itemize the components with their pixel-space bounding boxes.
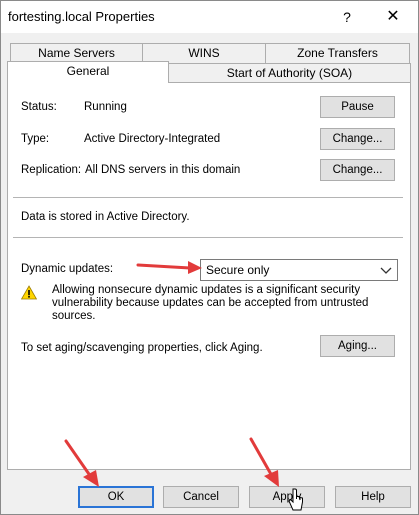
cancel-button[interactable]: Cancel bbox=[163, 486, 239, 508]
type-label: Type: bbox=[21, 133, 50, 145]
window-title: fortesting.local Properties bbox=[8, 9, 155, 24]
help-button[interactable]: Help bbox=[335, 486, 411, 508]
storage-note: Data is stored in Active Directory. bbox=[21, 211, 190, 223]
type-change-button[interactable]: Change... bbox=[320, 128, 395, 150]
annotation-arrow-icon bbox=[136, 261, 202, 274]
divider bbox=[13, 237, 403, 238]
chevron-down-icon bbox=[380, 267, 392, 274]
tab-general[interactable]: General bbox=[7, 61, 169, 83]
title-bar: fortesting.local Properties ? ✕ bbox=[1, 1, 418, 33]
aging-text: To set aging/scavenging properties, clic… bbox=[21, 342, 263, 354]
warning-icon bbox=[21, 285, 37, 300]
status-value: Running bbox=[84, 101, 127, 113]
tab-start-of-authority[interactable]: Start of Authority (SOA) bbox=[168, 63, 411, 83]
status-label: Status: bbox=[21, 101, 57, 113]
tab-name-servers[interactable]: Name Servers bbox=[10, 43, 143, 63]
properties-dialog: fortesting.local Properties ? ✕ Name Ser… bbox=[0, 0, 419, 515]
apply-button[interactable]: Apply bbox=[249, 486, 325, 508]
ok-button[interactable]: OK bbox=[78, 486, 154, 508]
replication-change-button[interactable]: Change... bbox=[320, 159, 395, 181]
replication-label: Replication: bbox=[21, 164, 82, 176]
annotation-arrow-icon bbox=[64, 439, 99, 487]
tab-zone-transfers[interactable]: Zone Transfers bbox=[265, 43, 410, 63]
dynamic-updates-value: Secure only bbox=[206, 263, 270, 277]
type-value: Active Directory-Integrated bbox=[84, 133, 221, 145]
dynamic-updates-select[interactable]: Secure only bbox=[200, 259, 398, 281]
tab-wins[interactable]: WINS bbox=[142, 43, 266, 63]
replication-value: All DNS servers in this domain bbox=[85, 164, 241, 176]
aging-button[interactable]: Aging... bbox=[320, 335, 395, 357]
pointer-cursor-icon bbox=[288, 488, 303, 511]
pause-button[interactable]: Pause bbox=[320, 96, 395, 118]
divider bbox=[13, 197, 403, 198]
close-button[interactable]: ✕ bbox=[376, 5, 410, 29]
dynamic-updates-label: Dynamic updates: bbox=[21, 263, 114, 275]
warning-text: Allowing nonsecure dynamic updates is a … bbox=[52, 284, 369, 322]
annotation-arrow-icon bbox=[249, 437, 279, 487]
help-title-button[interactable]: ? bbox=[332, 5, 362, 29]
